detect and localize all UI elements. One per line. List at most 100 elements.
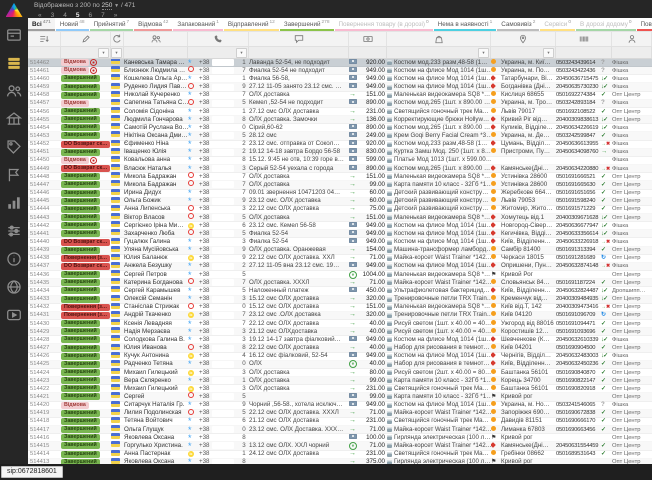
delivery-destination: Татарбунари, Ві… (501, 75, 556, 83)
order-comment: Кемел ,52-54 не подходит (249, 99, 349, 107)
tab-7[interactable]: Повернення товару (в дорозі)0 (335, 18, 433, 31)
client-phone: +38 (199, 303, 239, 311)
product-icon (387, 288, 392, 293)
products-bag-icon[interactable] (387, 32, 491, 46)
manager-icon[interactable] (612, 32, 652, 46)
status-badge: Завершений (61, 353, 100, 360)
tab-8[interactable]: Нема в наявності1 (434, 18, 497, 31)
ukrposhta-icon (491, 279, 496, 284)
order-comment: 23.12 смс. ОЛХ Доставка. ХХХ… (249, 426, 349, 434)
order-status: Завершений (61, 108, 111, 115)
tab-count-badge: 12 (269, 20, 274, 25)
cash-circle-icon: ₴ (349, 360, 357, 368)
support-globe-icon[interactable] (6, 279, 22, 295)
tab-4[interactable]: Запакований1 (173, 18, 223, 31)
carrier-icon-cell (491, 189, 501, 197)
order-products: Костюм мод.233 разм,48-58 (1… (387, 140, 491, 148)
product-icon (387, 394, 392, 399)
carrier-icon-cell (491, 369, 501, 377)
tab-2[interactable]: Прийнятий7 (90, 18, 134, 31)
nova-poshta-icon (491, 116, 496, 122)
product-icon (387, 142, 392, 147)
app-logo-icon[interactable] (6, 3, 23, 17)
status-badge: Завершений (61, 287, 100, 294)
tab-label: Відправлений (228, 21, 269, 28)
orders-list-icon[interactable] (6, 55, 22, 71)
tab-1[interactable]: Новий48 (56, 18, 89, 31)
payment-type-cell (349, 238, 360, 246)
money-icon[interactable] (349, 32, 387, 46)
sip-phone-status[interactable]: sip:0672818601 (1, 466, 63, 478)
page-size-control[interactable]: 250 (102, 2, 113, 10)
refresh-icon[interactable] (111, 32, 124, 46)
prepaid-arrow-icon: → (349, 246, 356, 253)
campaigns-flag-icon[interactable] (6, 167, 22, 183)
product-icon (387, 76, 392, 81)
order-id: 514454 (28, 124, 61, 132)
payment-type-cell: → (349, 197, 360, 205)
video-tutorial-icon[interactable] (6, 307, 22, 323)
clients-icon[interactable] (6, 83, 22, 99)
filter-dropdown[interactable]: ▾ (98, 48, 109, 58)
order-id: 514414 (28, 450, 61, 458)
tab-10[interactable]: Сервіси0 (540, 18, 575, 31)
status-edit-icon[interactable] (61, 32, 111, 46)
tab-12[interactable]: Пов (637, 18, 652, 31)
tab-0[interactable]: Всі471 (28, 18, 55, 31)
prepaid-arrow-icon: → (349, 214, 356, 221)
main-area: Відображено з 200 по 250 ▼ / 471 «34567»… (28, 0, 652, 464)
comment-icon[interactable] (249, 32, 349, 46)
client-phone: +38 (199, 222, 239, 230)
phone-last-digit: 7 (239, 189, 249, 197)
phone-last-digit: 2 (239, 148, 249, 156)
order-comment: 28.12 смс (249, 132, 349, 140)
ukraine-flag-icon (111, 148, 120, 154)
ukrposhta-icon (491, 426, 496, 431)
order-id: 514422 (28, 385, 61, 393)
tracking-status-cell: ✓ (601, 108, 612, 116)
products-tag-icon[interactable] (6, 139, 22, 155)
statistics-chart-icon[interactable] (6, 195, 22, 211)
filter-dropdown[interactable]: ▾ (478, 48, 489, 58)
phone-icon[interactable] (188, 32, 249, 46)
delivery-destination: Кривой рог (501, 393, 556, 401)
ukraine-flag-icon (111, 164, 120, 170)
tab-3[interactable]: Відмова42 (134, 18, 172, 31)
company-icon[interactable] (6, 111, 22, 127)
shop-name: Опт Центр (612, 254, 652, 262)
tab-count-badge: 1 (490, 20, 493, 25)
order-id: 514416 (28, 434, 61, 442)
tab-9[interactable]: Самовивіз2 (497, 18, 539, 31)
phone-last-digit: 2 (239, 262, 249, 270)
filter-dropdown[interactable]: ▾ (543, 48, 554, 58)
payment-type-cell (349, 262, 360, 270)
order-id: 514455 (28, 116, 61, 124)
info-icon[interactable] (6, 251, 22, 267)
filter-dropdown[interactable]: ▾ (111, 48, 122, 58)
status-badge: Завершений (61, 75, 100, 82)
dashboard-icon[interactable] (6, 27, 22, 43)
delivery-destination: Куликів, Відділе… (501, 124, 556, 132)
track-received-icon: ↓✓ (601, 75, 607, 82)
filter-dropdown[interactable]: ▾ (236, 48, 247, 58)
status-badge: Завершений (61, 84, 100, 91)
tracking-number: 0501691598240 (556, 197, 601, 205)
barcode-icon[interactable] (556, 32, 612, 46)
phone-prefix: +38 (199, 360, 210, 368)
ukrposhta-icon (491, 450, 496, 455)
tab-11[interactable]: В дорозі додому0 (576, 18, 636, 31)
ukrposhta-icon (491, 205, 496, 210)
settings-sliders-icon[interactable] (6, 223, 22, 239)
order-id: 514444 (28, 205, 61, 213)
clients-icon[interactable] (124, 32, 188, 46)
tab-5[interactable]: Відправлений12 (224, 18, 279, 31)
carrier-icon-cell (491, 262, 501, 270)
kyivstar-icon: * (188, 417, 199, 425)
payment-type-cell: → (349, 254, 360, 262)
order-products: Рисуй светом (1шт. х 40.00 = 40… (387, 320, 491, 328)
sort-icon[interactable] (28, 32, 61, 46)
location-pin-icon[interactable] (491, 32, 556, 46)
tab-6[interactable]: Завершений278 (280, 18, 334, 31)
shop-name: Опт Центр (612, 344, 652, 352)
client-name: Радченко Тетяна (124, 360, 188, 368)
